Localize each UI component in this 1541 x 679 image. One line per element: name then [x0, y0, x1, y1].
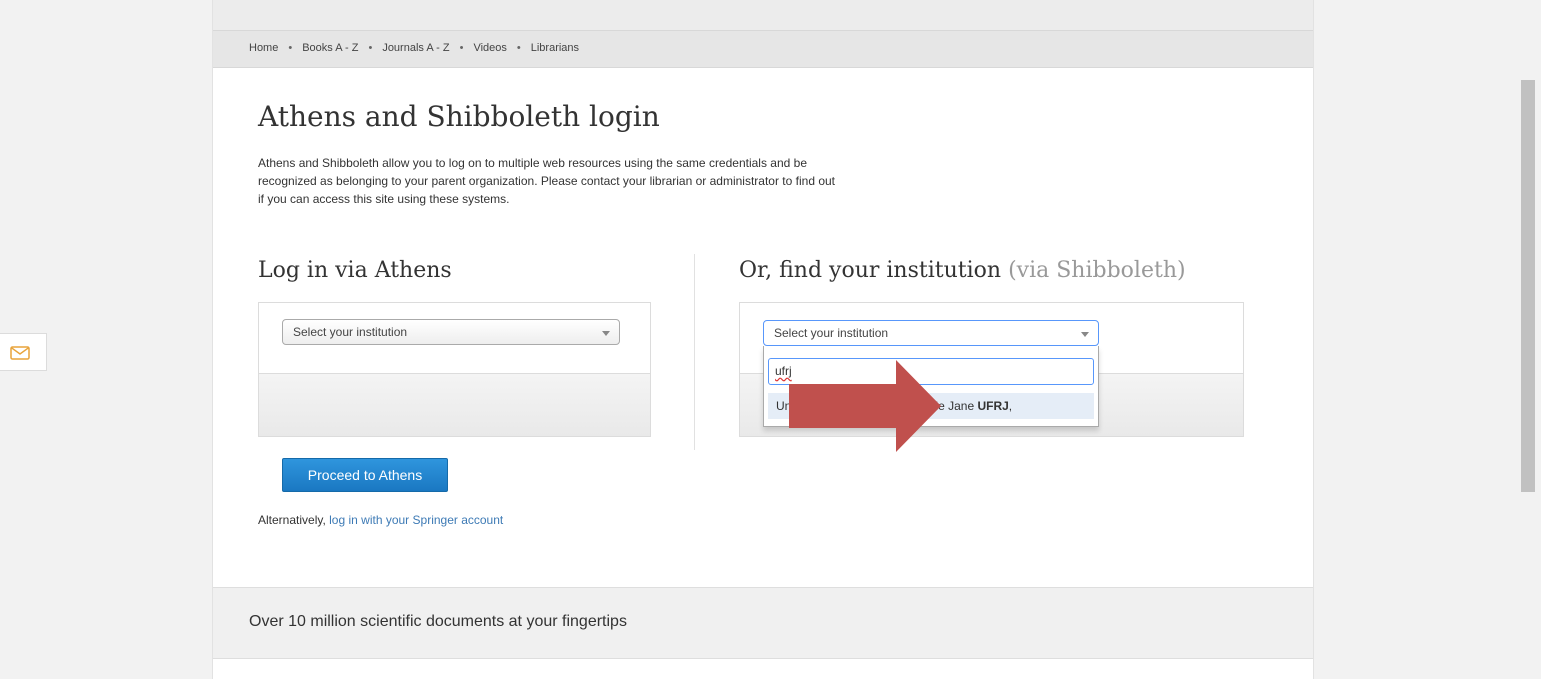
- nav-separator: •: [459, 42, 464, 54]
- feedback-tab[interactable]: [0, 333, 47, 371]
- shibboleth-heading: Or, find your institution (via Shibbolet…: [739, 258, 1186, 283]
- shibboleth-select-value: Select your institution: [774, 326, 889, 340]
- header-strip: [213, 0, 1313, 30]
- chevron-down-icon: [1081, 332, 1089, 337]
- athens-login-card: Select your institution Proceed to Athen…: [258, 302, 651, 492]
- page-title: Athens and Shibboleth login: [258, 100, 660, 133]
- intro-line: Athens and Shibboleth allow you to log o…: [258, 156, 808, 170]
- main-page: Home • Books A - Z • Journals A - Z • Vi…: [212, 0, 1314, 679]
- nav-journals-link[interactable]: Journals A - Z: [382, 42, 449, 54]
- column-divider: [694, 254, 695, 450]
- athens-card-footer: Proceed to Athens: [259, 373, 650, 492]
- athens-institution-select[interactable]: Select your institution: [282, 319, 620, 345]
- nav-videos-link[interactable]: Videos: [473, 42, 506, 54]
- navigation-bar: Home • Books A - Z • Journals A - Z • Vi…: [213, 30, 1313, 68]
- nav-books-link[interactable]: Books A - Z: [302, 42, 358, 54]
- annotation-arrow: [789, 360, 941, 452]
- footer-band: Over 10 million scientific documents at …: [213, 587, 1313, 659]
- shibboleth-heading-muted: (via Shibboleth): [1008, 258, 1186, 283]
- nav-separator: •: [368, 42, 373, 54]
- nav-separator: •: [288, 42, 293, 54]
- nav-home-link[interactable]: Home: [249, 42, 278, 54]
- nav-librarians-link[interactable]: Librarians: [531, 42, 579, 54]
- athens-heading: Log in via Athens: [258, 258, 452, 283]
- shibboleth-institution-select[interactable]: Select your institution: [763, 320, 1099, 346]
- intro-line: recognized as belonging to your parent o…: [258, 174, 836, 188]
- alternative-login: Alternatively, log in with your Springer…: [258, 513, 504, 527]
- nav-separator: •: [516, 42, 521, 54]
- chevron-down-icon: [602, 331, 610, 336]
- proceed-to-athens-button[interactable]: Proceed to Athens: [282, 458, 448, 492]
- springer-login-link[interactable]: log in with your Springer account: [329, 513, 503, 527]
- athens-select-value: Select your institution: [293, 325, 408, 339]
- intro-line: if you can access this site using these …: [258, 192, 510, 206]
- shibboleth-heading-main: Or, find your institution: [739, 258, 1002, 283]
- intro-text: Athens and Shibboleth allow you to log o…: [258, 154, 978, 208]
- mail-icon: [10, 346, 30, 360]
- footer-tagline: Over 10 million scientific documents at …: [249, 613, 627, 630]
- scrollbar-thumb[interactable]: [1521, 80, 1535, 492]
